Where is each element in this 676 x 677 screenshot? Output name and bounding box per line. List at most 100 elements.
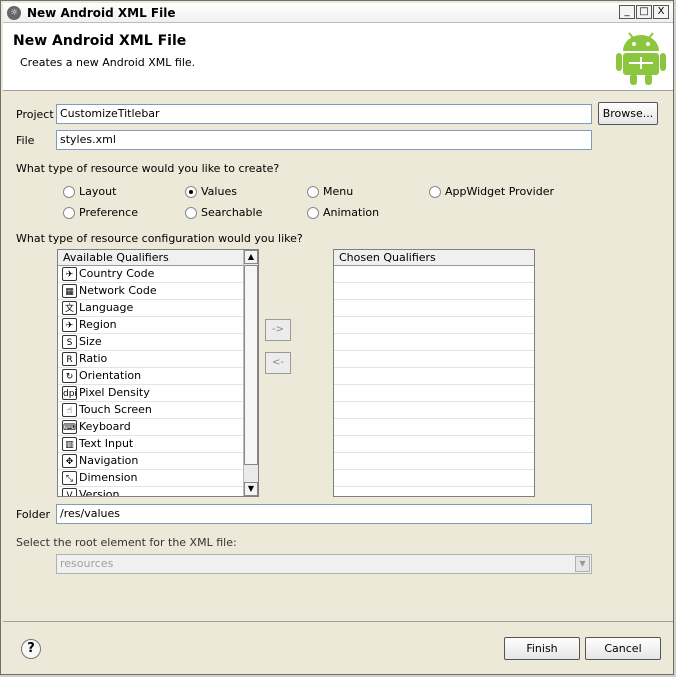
add-qualifier-button[interactable]: ->	[265, 319, 291, 341]
globe-icon: ✈	[62, 267, 77, 281]
eclipse-icon: ☼	[7, 6, 21, 20]
empty-row	[334, 334, 534, 351]
available-qualifiers-list[interactable]: Available Qualifiers ✈ Country Code ▦ Netwo…	[57, 249, 259, 497]
list-item-label: Pixel Density	[79, 386, 150, 399]
list-item[interactable]: ↻ Orientation	[58, 368, 243, 385]
touch-screen-icon: ☝	[62, 403, 77, 417]
wizard-body: Project CustomizeTitlebar Browse... File…	[3, 91, 673, 621]
empty-row	[334, 436, 534, 453]
radio-dot-selected	[185, 186, 197, 198]
list-item[interactable]: ✈ Country Code	[58, 266, 243, 283]
cancel-button[interactable]: Cancel	[585, 637, 661, 660]
root-element-value: resources	[60, 557, 114, 570]
finish-button[interactable]: Finish	[504, 637, 580, 660]
navigation-icon: ✥	[62, 454, 77, 468]
radio-dot	[307, 207, 319, 219]
scroll-thumb[interactable]	[244, 265, 258, 465]
list-item-label: Network Code	[79, 284, 157, 297]
empty-row	[334, 351, 534, 368]
wizard-header: New Android XML File Creates a new Andro…	[3, 23, 673, 91]
page-title: New Android XML File	[13, 33, 187, 49]
list-item[interactable]: ✈ Region	[58, 317, 243, 334]
file-label: File	[16, 134, 35, 147]
list-item-label: Navigation	[79, 454, 139, 467]
list-item[interactable]: ☝ Touch Screen	[58, 402, 243, 419]
file-field[interactable]: styles.xml	[56, 130, 592, 150]
version-icon: V	[62, 488, 77, 496]
empty-row	[334, 402, 534, 419]
project-label: Project	[16, 108, 54, 121]
list-item-label: Dimension	[79, 471, 138, 484]
empty-row	[334, 385, 534, 402]
empty-row	[334, 453, 534, 470]
list-item[interactable]: ✥ Navigation	[58, 453, 243, 470]
list-item-label: Orientation	[79, 369, 142, 382]
folder-field[interactable]: /res/values	[56, 504, 592, 524]
empty-row	[334, 266, 534, 283]
list-item[interactable]: dpi Pixel Density	[58, 385, 243, 402]
list-item-label: Size	[79, 335, 102, 348]
orientation-icon: ↻	[62, 369, 77, 383]
list-item-label: Keyboard	[79, 420, 131, 433]
radio-dot	[63, 186, 75, 198]
empty-row	[334, 368, 534, 385]
list-item[interactable]: ⌨ Keyboard	[58, 419, 243, 436]
empty-row	[334, 419, 534, 436]
root-element-label: Select the root element for the XML file…	[16, 536, 237, 549]
chosen-qualifiers-list[interactable]: Chosen Qualifiers	[333, 249, 535, 497]
page-subtitle: Creates a new Android XML file.	[20, 56, 196, 69]
list-item-label: Country Code	[79, 267, 155, 280]
region-icon: ✈	[62, 318, 77, 332]
list-item-label: Text Input	[79, 437, 134, 450]
ratio-icon: R	[62, 352, 77, 366]
browse-button[interactable]: Browse...	[598, 102, 658, 125]
text-input-icon: ▥	[62, 437, 77, 451]
radio-dot	[185, 207, 197, 219]
dialog-window: ☼ New Android XML File _ □ X New Android…	[0, 0, 674, 675]
dimension-icon: ⤡	[62, 471, 77, 485]
project-field[interactable]: CustomizeTitlebar	[56, 104, 592, 124]
empty-row	[334, 283, 534, 300]
list-item-label: Region	[79, 318, 117, 331]
list-item[interactable]: ▥ Text Input	[58, 436, 243, 453]
list-item[interactable]: S Size	[58, 334, 243, 351]
network-icon: ▦	[62, 284, 77, 298]
android-robot-icon	[616, 32, 666, 85]
empty-row	[334, 300, 534, 317]
chosen-qualifiers-header: Chosen Qualifiers	[334, 250, 534, 266]
available-qualifiers-header: Available Qualifiers	[58, 250, 243, 266]
empty-row	[334, 317, 534, 334]
list-item[interactable]: ⤡ Dimension	[58, 470, 243, 487]
size-icon: S	[62, 335, 77, 349]
remove-qualifier-button[interactable]: <-	[265, 352, 291, 374]
title-bar[interactable]: ☼ New Android XML File _ □ X	[3, 3, 673, 23]
empty-row	[334, 470, 534, 487]
window-title: New Android XML File	[27, 6, 176, 20]
dpi-icon: dpi	[62, 386, 77, 400]
footer-divider	[3, 621, 673, 622]
scroll-down-icon[interactable]: ▼	[244, 482, 258, 496]
list-item[interactable]: ▦ Network Code	[58, 283, 243, 300]
language-icon: 文	[62, 301, 77, 315]
radio-dot	[429, 186, 441, 198]
chevron-down-icon[interactable]: ▼	[575, 556, 590, 572]
keyboard-icon: ⌨	[62, 420, 77, 434]
root-element-select[interactable]: resources ▼	[56, 554, 592, 574]
list-item-label: Language	[79, 301, 134, 314]
config-question: What type of resource configuration woul…	[16, 232, 303, 245]
radio-dot	[307, 186, 319, 198]
radio-dot	[63, 207, 75, 219]
maximize-button[interactable]: □	[636, 5, 652, 19]
list-item[interactable]: R Ratio	[58, 351, 243, 368]
folder-label: Folder	[16, 508, 50, 521]
list-item-label: Ratio	[79, 352, 108, 365]
available-scrollbar[interactable]: ▲ ▼	[243, 250, 258, 496]
list-item[interactable]: V Version	[58, 487, 243, 496]
scroll-up-icon[interactable]: ▲	[244, 250, 258, 264]
help-icon[interactable]: ?	[21, 639, 41, 659]
list-item-label: Touch Screen	[79, 403, 152, 416]
list-item[interactable]: 文 Language	[58, 300, 243, 317]
resource-type-question: What type of resource would you like to …	[16, 162, 280, 175]
minimize-button[interactable]: _	[619, 5, 635, 19]
close-button[interactable]: X	[653, 5, 669, 19]
